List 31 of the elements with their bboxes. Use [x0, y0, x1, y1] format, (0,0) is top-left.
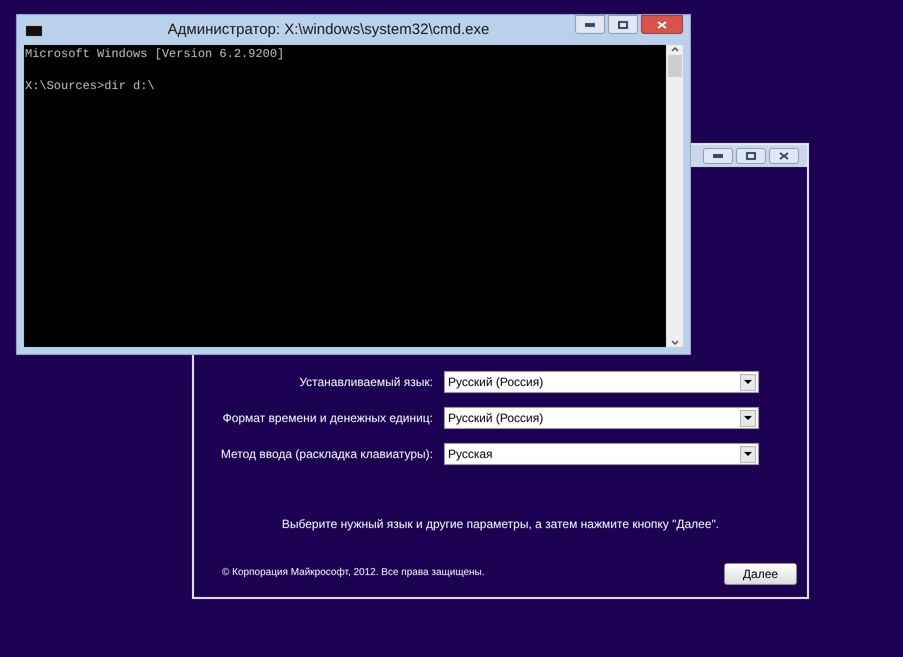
copyright-text: © Корпорация Майкрософт, 2012. Все права защищены. [222, 566, 485, 580]
dropdown-arrow-icon [744, 452, 752, 456]
dropdown[interactable]: Русская [444, 443, 759, 465]
scroll-up-icon [670, 47, 678, 52]
close-button[interactable] [769, 148, 799, 164]
close-icon [657, 20, 667, 28]
scrollbar[interactable] [666, 45, 683, 347]
field-label: Метод ввода (раскладка клавиатуры): [220, 446, 434, 463]
next-button[interactable]: Далее [724, 563, 797, 585]
dropdown-arrow-icon [744, 416, 752, 420]
scroll-down-icon [670, 340, 678, 345]
console-icon [26, 24, 42, 36]
minimize-button[interactable] [575, 15, 605, 34]
close-icon [779, 152, 789, 160]
dropdown[interactable]: Русский (Россия) [444, 371, 759, 393]
maximize-icon [618, 20, 628, 28]
field-label: Устанавливаемый язык: [298, 374, 434, 391]
instruction-text: Выберите нужный язык и другие параметры, а затем нажмите кнопку "Далее". [280, 516, 720, 533]
maximize-button[interactable] [736, 148, 766, 164]
dropdown[interactable]: Русский (Россия) [444, 407, 759, 429]
console-output: Microsoft Windows [Version 6.2.9200] X:\Sources>dir d:\ [25, 46, 284, 94]
maximize-icon [746, 152, 756, 160]
scroll-thumb[interactable] [668, 55, 682, 77]
window-title: Администратор: X:\windows\system32\cmd.exe [166, 20, 490, 40]
minimize-icon [585, 22, 595, 26]
minimize-icon [713, 154, 723, 158]
dropdown-arrow-icon [744, 380, 752, 384]
field-label: Формат времени и денежных единиц: [222, 410, 434, 427]
maximize-button[interactable] [608, 15, 638, 34]
minimize-button[interactable] [703, 148, 733, 164]
close-button[interactable] [641, 15, 683, 34]
